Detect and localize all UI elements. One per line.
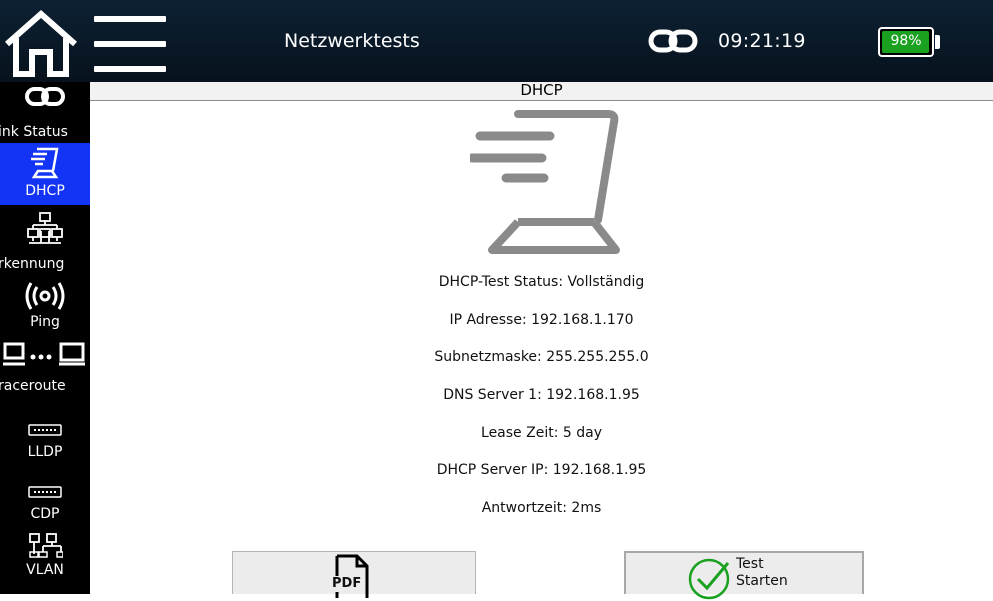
panel-title: DHCP	[520, 81, 563, 99]
response-time-text: Antwortzeit: 2ms	[481, 500, 602, 516]
sidebar-item-label: LLDP	[27, 444, 63, 460]
sidebar-item-link-status[interactable]: ink Status	[0, 82, 90, 142]
pdf-button[interactable]: PDF	[232, 551, 476, 598]
switch-port-icon	[28, 486, 62, 498]
dhcp-status-text: DHCP-Test Status: Vollständig	[438, 274, 645, 290]
traceroute-computers-icon	[3, 342, 85, 366]
sidebar-item-dhcp[interactable]: DHCP	[0, 143, 90, 205]
top-bar: Netzwerktests 09:21:19 98%	[0, 0, 993, 82]
home-button[interactable]	[2, 9, 80, 78]
link-chain-icon	[25, 87, 65, 106]
start-button-label-line2: Starten	[736, 573, 788, 589]
battery-indicator: 98%	[878, 27, 934, 57]
sidebar-item-ping[interactable]: Ping	[0, 276, 90, 336]
sidebar-item-cdp[interactable]: CDP	[0, 474, 90, 532]
sidebar-item-lldp[interactable]: LLDP	[0, 412, 90, 468]
lease-time-text: Lease Zeit: 5 day	[481, 425, 602, 441]
start-test-button[interactable]: Test Starten	[624, 551, 864, 600]
start-button-label-line1: Test	[736, 556, 764, 572]
sidebar-item-label: raceroute	[0, 378, 66, 394]
sidebar-item-label: DHCP	[25, 183, 65, 199]
menu-bar	[94, 16, 166, 22]
link-chain-icon	[648, 29, 698, 53]
dns-server-text: DNS Server 1: 192.168.1.95	[443, 387, 640, 403]
battery-percent: 98%	[890, 33, 922, 49]
sidebar-item-vlan[interactable]: VLAN	[0, 530, 90, 594]
vlan-network-icon	[29, 533, 63, 558]
sidebar-item-label: ink Status	[0, 124, 68, 140]
check-circle-icon	[688, 558, 730, 600]
sidebar-item-label: Ping	[30, 314, 60, 330]
switch-port-icon	[28, 424, 62, 436]
sidebar-item-label: CDP	[30, 506, 60, 522]
clock: 09:21:19	[718, 30, 806, 52]
dhcp-large-icon	[470, 110, 620, 254]
sidebar-item-label: VLAN	[26, 562, 64, 578]
ip-address-text: IP Adresse: 192.168.1.170	[449, 312, 634, 328]
home-icon	[5, 9, 77, 77]
menu-bar	[94, 41, 166, 47]
sidebar-item-erkennung[interactable]: rkennung	[0, 206, 90, 272]
subnet-mask-text: Subnetzmaske: 255.255.255.0	[434, 349, 649, 365]
sidebar-item-traceroute[interactable]: raceroute	[0, 338, 90, 400]
ping-waves-icon	[25, 282, 65, 310]
dhcp-server-ip-text: DHCP Server IP: 192.168.1.95	[436, 462, 647, 478]
pdf-button-label: PDF	[332, 576, 362, 592]
menu-bar	[94, 66, 166, 72]
battery-tip	[935, 35, 940, 49]
dhcp-icon	[31, 147, 59, 179]
sidebar-item-label: rkennung	[0, 256, 65, 272]
panel-header: DHCP	[90, 81, 993, 101]
hamburger-menu-button[interactable]	[94, 16, 166, 72]
network-topology-icon	[27, 212, 63, 244]
sidebar: ink Status DHCP rkennung Ping raceroute …	[0, 82, 90, 594]
app-title: Netzwerktests	[284, 30, 420, 52]
